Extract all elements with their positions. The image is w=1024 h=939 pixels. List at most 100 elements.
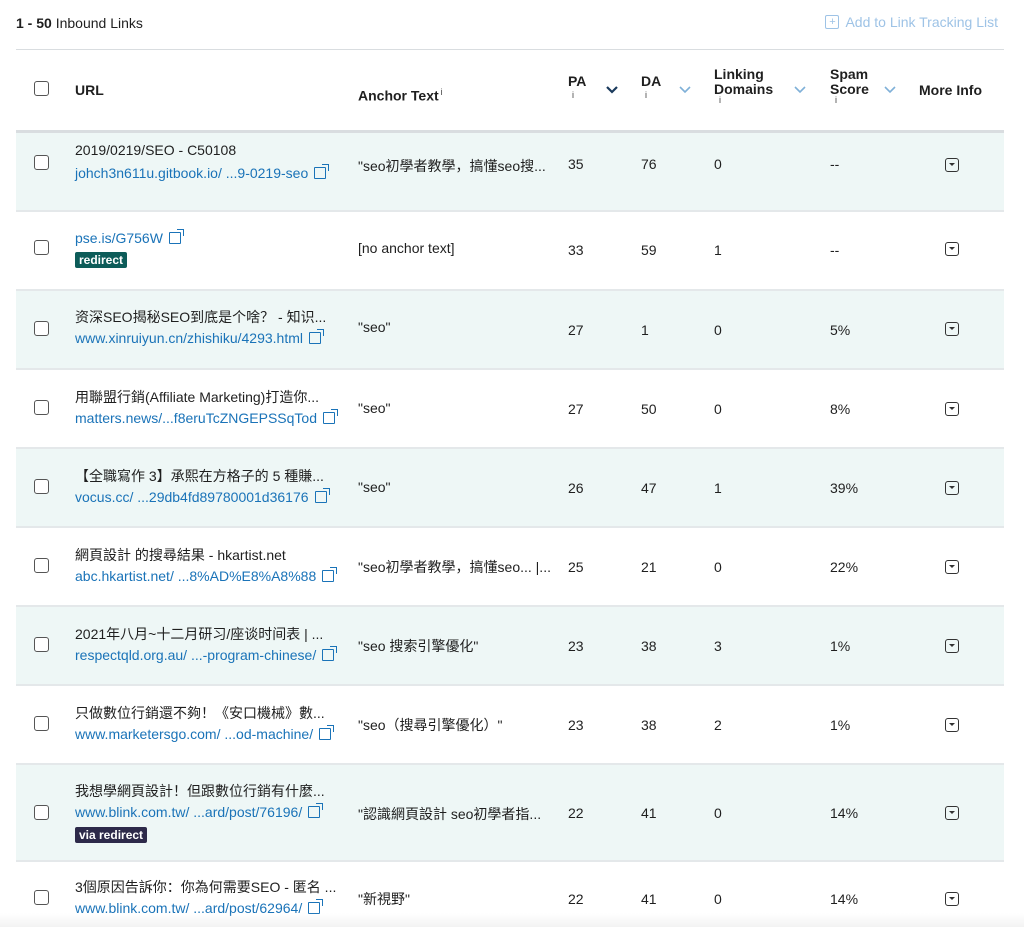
col-pa[interactable]: PA bbox=[568, 74, 586, 89]
more-info-dropdown-icon[interactable] bbox=[945, 639, 959, 653]
row-checkbox[interactable] bbox=[34, 479, 49, 494]
row-url-text: vocus.cc/ ...29db4fd89780001d36176 bbox=[75, 489, 309, 505]
row-url-link[interactable]: vocus.cc/ ...29db4fd89780001d36176 bbox=[75, 488, 330, 505]
info-icon[interactable]: i bbox=[645, 90, 647, 100]
row-da: 38 bbox=[641, 717, 657, 733]
col-spam-score[interactable]: Spam Score bbox=[830, 67, 869, 97]
external-link-icon[interactable] bbox=[319, 725, 335, 740]
more-info-dropdown-icon[interactable] bbox=[945, 242, 959, 256]
plus-icon: + bbox=[825, 15, 840, 29]
row-url-link[interactable]: johch3n611u.gitbook.io/ ...9-0219-seo bbox=[75, 164, 330, 181]
range-label: Inbound Links bbox=[55, 15, 143, 31]
row-pa: 23 bbox=[568, 717, 584, 733]
external-link-icon[interactable] bbox=[314, 488, 330, 503]
row-url-link[interactable]: abc.hkartist.net/ ...8%AD%E8%A8%88 bbox=[75, 567, 338, 584]
row-checkbox[interactable] bbox=[34, 155, 49, 170]
external-link-icon[interactable] bbox=[322, 646, 338, 661]
row-spam-score: 5% bbox=[830, 322, 851, 338]
row-da: 59 bbox=[641, 242, 657, 258]
row-pa: 23 bbox=[568, 638, 584, 654]
row-checkbox[interactable] bbox=[34, 805, 49, 820]
row-linking-domains: 1 bbox=[714, 480, 722, 496]
external-link-icon[interactable] bbox=[308, 803, 324, 818]
row-linking-domains: 0 bbox=[714, 559, 722, 575]
row-da: 21 bbox=[641, 559, 657, 575]
row-linking-domains: 1 bbox=[714, 242, 722, 258]
col-spam-line1: Spam bbox=[830, 66, 869, 82]
row-url-text: johch3n611u.gitbook.io/ ...9-0219-seo bbox=[75, 165, 309, 181]
add-to-link-tracking-label: Add to Link Tracking List bbox=[845, 14, 998, 30]
row-da: 76 bbox=[641, 156, 657, 172]
row-checkbox[interactable] bbox=[34, 400, 49, 415]
col-linking-line1: Linking bbox=[714, 66, 764, 82]
redirect-badge: redirect bbox=[75, 252, 128, 268]
row-url-link[interactable]: www.marketersgo.com/ ...od-machine/ bbox=[75, 725, 335, 742]
row-url-link[interactable]: www.blink.com.tw/ ...ard/post/76196/ bbox=[75, 803, 324, 820]
row-spam-score: 14% bbox=[830, 891, 859, 907]
row-checkbox[interactable] bbox=[34, 890, 49, 905]
row-spam-score: -- bbox=[830, 242, 840, 258]
row-title: 3個原因告訴你：你為何需要SEO - 匿名 ... bbox=[75, 879, 337, 895]
row-checkbox[interactable] bbox=[34, 716, 49, 731]
external-link-icon[interactable] bbox=[168, 229, 184, 244]
external-link-icon[interactable] bbox=[322, 567, 338, 582]
row-spam-score: -- bbox=[830, 156, 840, 172]
col-linking-line2: Domains bbox=[714, 81, 774, 97]
more-info-dropdown-icon[interactable] bbox=[945, 322, 959, 336]
row-da: 41 bbox=[641, 805, 657, 821]
row-checkbox[interactable] bbox=[34, 240, 49, 255]
row-pa: 35 bbox=[568, 156, 584, 172]
results-toolbar: 1 - 50 Inbound Links + Add to Link Track… bbox=[0, 0, 1024, 48]
row-pa: 27 bbox=[568, 322, 584, 338]
more-info-dropdown-icon[interactable] bbox=[945, 560, 959, 574]
row-spam-score: 1% bbox=[830, 638, 851, 654]
more-info-dropdown-icon[interactable] bbox=[945, 892, 959, 906]
table-row: pse.is/G756W redirect [no anchor text] 3… bbox=[16, 212, 1004, 291]
sort-chevron-icon[interactable] bbox=[884, 86, 896, 94]
sort-chevron-icon[interactable] bbox=[679, 86, 691, 94]
row-checkbox[interactable] bbox=[34, 637, 49, 652]
col-linking-domains[interactable]: Linking Domains bbox=[714, 67, 773, 97]
col-anchor-text[interactable]: Anchor Text i bbox=[358, 85, 443, 104]
col-da[interactable]: DA bbox=[641, 74, 661, 89]
row-title: 網頁設計 的搜尋結果 - hkartist.net bbox=[75, 547, 286, 563]
info-icon[interactable]: i bbox=[719, 95, 721, 105]
col-url[interactable]: URL bbox=[75, 83, 104, 98]
row-anchor-text: "seo 搜索引擎優化" bbox=[358, 638, 479, 654]
row-checkbox[interactable] bbox=[34, 558, 49, 573]
col-more-info: More Info bbox=[919, 82, 982, 98]
more-info-dropdown-icon[interactable] bbox=[945, 158, 959, 172]
row-anchor-text: "seo初學者教學，搞懂seo搜... bbox=[358, 158, 546, 174]
row-linking-domains: 0 bbox=[714, 401, 722, 417]
row-anchor-text: "認識網頁設計 seo初學者指... bbox=[358, 806, 542, 822]
row-title: 资深SEO揭秘SEO到底是个啥？ - 知识... bbox=[75, 309, 327, 325]
more-info-dropdown-icon[interactable] bbox=[945, 806, 959, 820]
row-url-link[interactable]: respectqld.org.au/ ...-program-chinese/ bbox=[75, 646, 338, 663]
more-info-dropdown-icon[interactable] bbox=[945, 481, 959, 495]
row-linking-domains: 2 bbox=[714, 717, 722, 733]
info-icon[interactable]: i bbox=[572, 90, 574, 100]
row-title: 2021年八月~十二月研习/座谈时间表 | ... bbox=[75, 626, 324, 642]
table-row: 我想學網頁設計！但跟數位行銷有什麼... www.blink.com.tw/ .… bbox=[16, 765, 1004, 862]
row-spam-score: 22% bbox=[830, 559, 859, 575]
row-checkbox[interactable] bbox=[34, 321, 49, 336]
add-to-link-tracking-button[interactable]: + Add to Link Tracking List bbox=[825, 14, 998, 30]
more-info-dropdown-icon[interactable] bbox=[945, 718, 959, 732]
more-info-dropdown-icon[interactable] bbox=[945, 402, 959, 416]
row-url-link[interactable]: pse.is/G756W bbox=[75, 229, 184, 246]
row-url-link[interactable]: www.xinruiyun.cn/zhishiku/4293.html bbox=[75, 329, 324, 346]
sort-chevron-icon[interactable] bbox=[794, 86, 806, 94]
row-url-link[interactable]: matters.news/...f8eruTcZNGEPSSqTod bbox=[75, 409, 338, 426]
external-link-icon[interactable] bbox=[322, 409, 338, 424]
sort-desc-active-icon[interactable] bbox=[606, 86, 618, 94]
row-da: 41 bbox=[641, 891, 657, 907]
row-anchor-text: "seo初學者教學，搞懂seo... |... bbox=[358, 559, 551, 575]
select-all-checkbox[interactable] bbox=[34, 81, 49, 96]
row-pa: 27 bbox=[568, 401, 584, 417]
external-link-icon[interactable] bbox=[314, 164, 330, 179]
row-spam-score: 8% bbox=[830, 401, 851, 417]
row-title: 用聯盟行銷(Affiliate Marketing)打造你... bbox=[75, 389, 320, 405]
external-link-icon[interactable] bbox=[309, 329, 324, 344]
info-icon[interactable]: i bbox=[835, 95, 837, 105]
info-icon[interactable]: i bbox=[441, 87, 443, 97]
